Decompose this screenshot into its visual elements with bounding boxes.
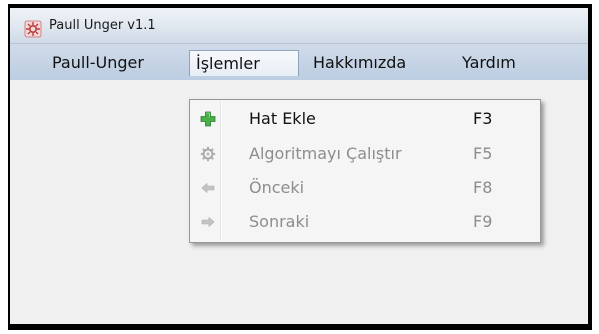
menu-item-hat-ekle[interactable]: Hat Ekle F3 (192, 104, 538, 134)
menu-item-algoritmayi-calistir[interactable]: Algoritmayı Çalıştır F5 (192, 139, 538, 169)
menu-yardim[interactable]: Yardım (462, 50, 516, 76)
menu-item-label: Hat Ekle (249, 109, 316, 128)
menu-item-label: Sonraki (249, 212, 310, 231)
app-logo-icon (24, 20, 42, 38)
arrow-left-icon (201, 182, 215, 194)
menu-item-shortcut: F5 (473, 144, 493, 163)
menu-item-onceki[interactable]: Önceki F8 (192, 173, 538, 203)
menu-item-shortcut: F8 (473, 178, 493, 197)
menu-hakkimizda[interactable]: Hakkımızda (313, 50, 406, 76)
menu-islemler[interactable]: İşlemler (189, 50, 299, 76)
menu-item-shortcut: F3 (473, 109, 493, 128)
menu-item-sonraki[interactable]: Sonraki F9 (192, 207, 538, 237)
green-plus-icon (200, 111, 216, 127)
menu-islemler-label: İşlemler (196, 54, 260, 73)
menu-paull-unger[interactable]: Paull-Unger (52, 50, 144, 76)
islemler-dropdown-menu: Hat Ekle F3 Algoritmayı Çalıştır F5 Önce… (189, 99, 541, 243)
window-title: Paull Unger v1.1 (49, 18, 156, 33)
menu-item-label: Önceki (249, 178, 305, 197)
window-border-right (588, 4, 592, 330)
gear-icon (200, 146, 216, 162)
arrow-right-icon (201, 216, 215, 228)
menu-item-shortcut: F9 (473, 212, 493, 231)
menu-item-label: Algoritmayı Çalıştır (249, 144, 402, 163)
